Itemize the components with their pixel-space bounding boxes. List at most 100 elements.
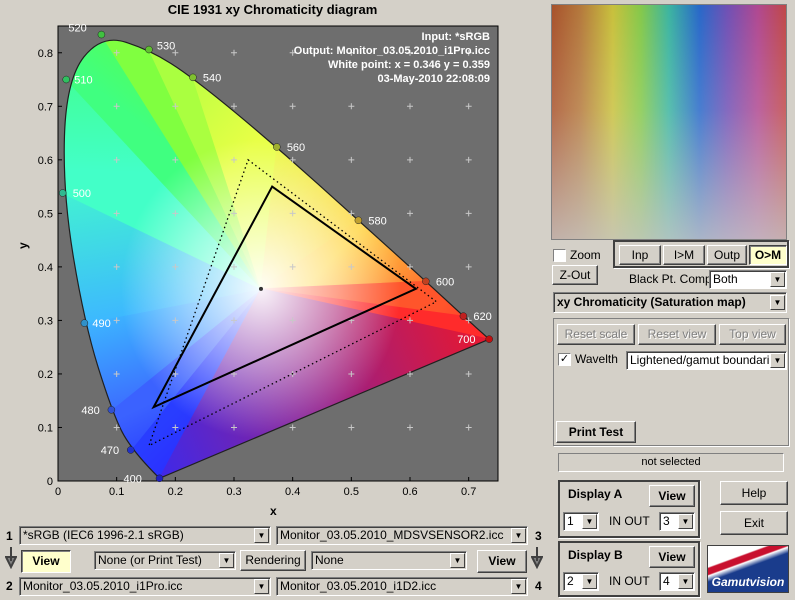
wavelength-point <box>107 406 116 414</box>
chevron-down-icon[interactable]: ▼ <box>678 514 693 529</box>
rendering-select[interactable]: None ▼ <box>311 551 467 570</box>
chevron-down-icon[interactable]: ▼ <box>254 579 269 594</box>
x-tick-label: 0.6 <box>402 486 417 498</box>
wavelength-point <box>62 75 70 84</box>
chevron-down-icon[interactable]: ▼ <box>219 553 234 568</box>
wavelength-point <box>485 335 493 343</box>
x-tick-label: 0.3 <box>226 486 241 498</box>
print-test-button[interactable]: Print Test <box>556 421 636 443</box>
reset-view-button[interactable]: Reset view <box>638 324 716 345</box>
help-button[interactable]: Help <box>720 481 788 505</box>
print-test-select[interactable]: None (or Print Test) ▼ <box>94 551 236 570</box>
info-date: 03-May-2010 22:08:09 <box>377 73 490 85</box>
wavelength-label: 620 <box>473 311 491 323</box>
display-a-view-button[interactable]: View <box>649 485 695 507</box>
mode-outp-button[interactable]: Outp <box>707 245 747 265</box>
chevron-down-icon[interactable]: ▼ <box>511 528 526 543</box>
profile-3-number: 3 <box>535 529 542 543</box>
wavelength-label: 400 <box>123 473 141 485</box>
rendering-button[interactable]: Rendering <box>240 550 306 571</box>
wavelength-label: 490 <box>92 318 110 330</box>
profile-2-value: Monitor_03.05.2010_i1Pro.icc <box>23 579 183 593</box>
wavelength-label: 600 <box>436 276 454 288</box>
profile-1-value: *sRGB (IEC6 1996-2.1 sRGB) <box>23 528 184 542</box>
display-b-in-select[interactable]: 2 ▼ <box>563 572 599 591</box>
wavelength-label: 470 <box>101 445 119 457</box>
wavelth-checkbox[interactable]: ✓ <box>558 353 571 366</box>
wavelength-label: 510 <box>74 75 92 87</box>
black-pt-select[interactable]: Both ▼ <box>709 270 787 289</box>
reset-scale-button[interactable]: Reset scale <box>557 324 635 345</box>
y-axis-label: y <box>16 242 30 249</box>
profile-1-select[interactable]: *sRGB (IEC6 1996-2.1 sRGB) ▼ <box>19 526 271 545</box>
x-tick-label: 0.7 <box>461 486 476 498</box>
display-b-view-button[interactable]: View <box>649 546 695 568</box>
print-test-select-value: None (or Print Test) <box>98 553 202 567</box>
mode-otom-button[interactable]: O>M <box>749 245 787 265</box>
wavelength-label: 540 <box>203 72 221 84</box>
exit-button[interactable]: Exit <box>720 511 788 535</box>
info-white-point: White point: x = 0.346 y = 0.359 <box>328 59 490 71</box>
display-a-out-select[interactable]: 3 ▼ <box>659 512 695 531</box>
zout-button[interactable]: Z-Out <box>552 265 598 285</box>
wavelength-point <box>58 189 67 197</box>
display-a-in-select[interactable]: 1 ▼ <box>563 512 599 531</box>
info-input: Input: *sRGB <box>422 31 490 43</box>
chevron-down-icon[interactable]: ▼ <box>582 574 597 589</box>
arrow-down-icon <box>5 547 17 569</box>
top-view-button[interactable]: Top view <box>719 324 786 345</box>
x-tick-label: 0.4 <box>285 486 300 498</box>
view-right-button[interactable]: View <box>477 550 527 573</box>
profile-4-select[interactable]: Monitor_03.05.2010_i1D2.icc ▼ <box>276 577 528 596</box>
view-left-button[interactable]: View <box>21 550 71 573</box>
x-tick-label: 0.2 <box>168 486 183 498</box>
display-b-in-value: 2 <box>567 574 574 588</box>
display-b-title: Display B <box>568 548 623 562</box>
y-tick-label: 0.4 <box>38 262 53 274</box>
y-tick-label: 0.5 <box>38 208 53 220</box>
mode-inp-button[interactable]: Inp <box>619 245 661 265</box>
profile-4-value: Monitor_03.05.2010_i1D2.icc <box>280 579 437 593</box>
y-tick-label: 0.7 <box>38 101 53 113</box>
display-a-title: Display A <box>568 487 623 501</box>
chevron-down-icon[interactable]: ▼ <box>450 553 465 568</box>
wavelength-point <box>354 216 363 225</box>
wavelength-label: 480 <box>81 405 99 417</box>
chart-title: CIE 1931 xy Chromaticity diagram <box>167 2 378 17</box>
plot-type-select[interactable]: xy Chromaticity (Saturation map) ▼ <box>553 292 787 313</box>
chevron-down-icon[interactable]: ▼ <box>254 528 269 543</box>
zoom-label: Zoom <box>570 248 601 262</box>
zoom-checkbox[interactable] <box>553 249 566 262</box>
y-tick-label: 0.3 <box>38 315 53 327</box>
display-b-in-out-label: IN OUT <box>609 574 650 588</box>
mode-itom-button[interactable]: I>M <box>663 245 705 265</box>
black-pt-value: Both <box>713 272 738 286</box>
wavelth-label: Wavelth <box>575 352 618 366</box>
wavelength-point <box>459 312 468 320</box>
chevron-down-icon[interactable]: ▼ <box>770 272 785 287</box>
chevron-down-icon[interactable]: ▼ <box>678 574 693 589</box>
chevron-down-icon[interactable]: ▼ <box>582 514 597 529</box>
wavelength-point <box>145 45 153 54</box>
x-tick-label: 0.1 <box>109 486 124 498</box>
display-a-in-out-label: IN OUT <box>609 514 650 528</box>
boundary-mode-select[interactable]: Lightened/gamut boundaries ▼ <box>626 351 787 370</box>
wavelength-point <box>189 73 197 82</box>
x-axis-label: x <box>270 504 277 518</box>
display-b-out-select[interactable]: 4 ▼ <box>659 572 695 591</box>
wavelength-label: 530 <box>157 41 175 53</box>
profile-3-select[interactable]: Monitor_03.05.2010_MDSVSENSOR2.icc ▼ <box>276 526 528 545</box>
status-field: not selected <box>558 453 784 472</box>
chevron-down-icon[interactable]: ▼ <box>511 579 526 594</box>
wavelength-label: 520 <box>68 23 86 35</box>
chromaticity-chart: 0 0.1 0.2 0.3 0.4 0.5 0.6 0.7 0 0.1 0.2 0.3 0.4 0.5 0.… <box>16 23 499 518</box>
x-tick-label: 0.5 <box>344 486 359 498</box>
arrow-down-icon <box>531 547 543 569</box>
chevron-down-icon[interactable]: ▼ <box>770 353 785 368</box>
boundary-mode-value: Lightened/gamut boundaries <box>630 353 783 367</box>
chevron-down-icon[interactable]: ▼ <box>770 295 785 310</box>
logo-text: Gamutvision <box>711 575 785 589</box>
profile-4-number: 4 <box>535 579 542 593</box>
info-output: Output: Monitor_03.05.2010_i1Pro.icc <box>294 45 490 57</box>
profile-2-select[interactable]: Monitor_03.05.2010_i1Pro.icc ▼ <box>19 577 271 596</box>
